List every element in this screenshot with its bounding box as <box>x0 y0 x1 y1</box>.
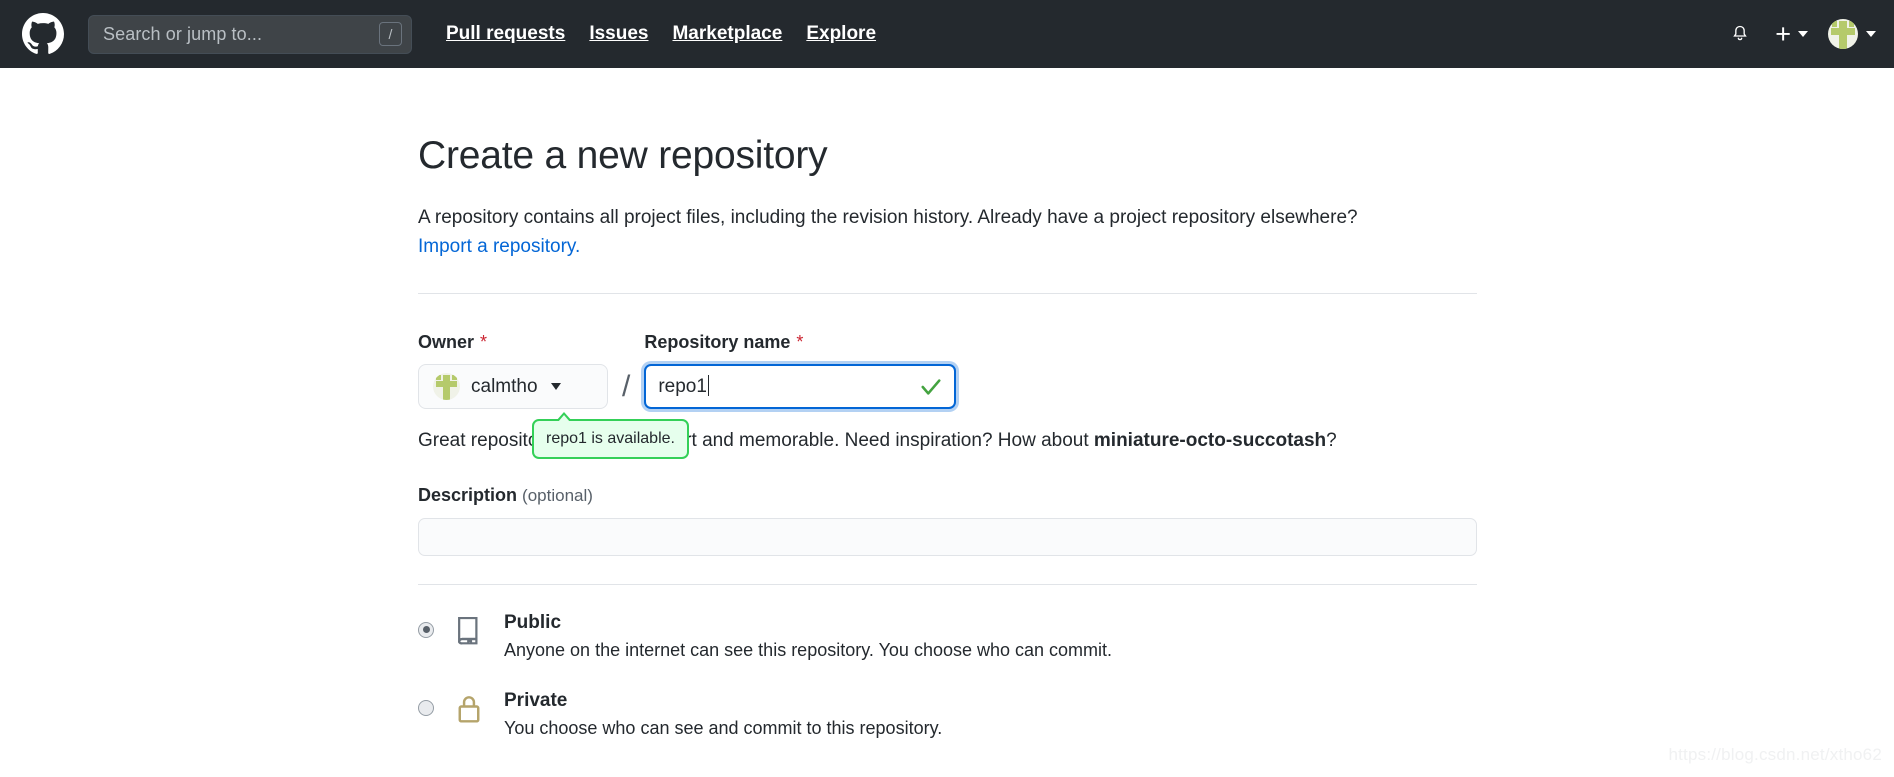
visibility-public-title: Public <box>504 611 562 633</box>
repository-name-value-wrap: repo1 <box>658 375 709 398</box>
owner-dropdown[interactable]: calmtho <box>418 364 608 410</box>
chevron-down-icon <box>550 383 561 391</box>
owner-label: Owner * <box>418 332 608 353</box>
check-icon <box>920 376 942 398</box>
visibility-private-description: You choose who can see and commit to thi… <box>504 717 943 738</box>
owner-selected-value: calmtho <box>471 375 538 397</box>
visibility-option-public[interactable]: Public Anyone on the internet can see th… <box>418 611 1477 661</box>
nav-link-explore[interactable]: Explore <box>794 23 888 45</box>
owner-avatar-icon <box>433 373 460 401</box>
github-mark-icon[interactable] <box>22 13 64 55</box>
visibility-options: Public Anyone on the internet can see th… <box>418 611 1477 739</box>
hint-text-part1: Great repository names are short and mem… <box>418 430 1094 452</box>
chevron-down-icon <box>1866 31 1876 37</box>
text-cursor <box>707 375 709 397</box>
availability-tooltip: repo1 is available. <box>532 411 689 460</box>
plus-icon: + <box>1775 18 1791 49</box>
description-field: Description (optional) <box>418 485 1477 556</box>
nav-link-issues[interactable]: Issues <box>577 23 660 45</box>
search-shortcut-badge: / <box>379 22 402 46</box>
description-label: Description (optional) <box>418 485 1477 506</box>
section-divider-2 <box>418 583 1477 585</box>
nav-link-marketplace[interactable]: Marketplace <box>660 23 794 45</box>
chevron-down-icon <box>1798 31 1808 37</box>
visibility-option-private[interactable]: Private You choose who can see and commi… <box>418 689 1477 739</box>
lock-icon <box>454 689 488 730</box>
hint-suggestion: miniature-octo-succotash <box>1093 430 1327 452</box>
radio-public[interactable] <box>418 621 434 638</box>
header-nav: Pull requests Issues Marketplace Explore <box>434 23 888 45</box>
bell-icon[interactable] <box>1723 17 1757 51</box>
search-input[interactable]: Search or jump to... / <box>88 14 412 54</box>
global-header: Search or jump to... / Pull requests Iss… <box>0 0 1894 68</box>
avatar <box>1828 19 1858 49</box>
import-repository-link[interactable]: Import a repository. <box>418 236 580 257</box>
owner-field: Owner * calmtho <box>418 332 608 410</box>
page-description-text: A repository contains all project files,… <box>418 207 1358 229</box>
main-content: Create a new repository A repository con… <box>418 68 1477 767</box>
required-indicator: * <box>796 332 804 353</box>
visibility-public-text: Public Anyone on the internet can see th… <box>504 611 1112 661</box>
owner-and-name-row: Owner * calmtho / Repository name * repo… <box>418 332 1477 410</box>
repository-name-hint: Great repository names are short and mem… <box>418 411 1477 460</box>
repo-book-icon <box>454 611 488 652</box>
repository-name-label-text: Repository name <box>644 332 791 353</box>
page-description: A repository contains all project files,… <box>418 204 1477 261</box>
required-indicator: * <box>480 332 488 353</box>
repository-name-value: repo1 <box>658 376 707 398</box>
owner-label-text: Owner <box>418 332 475 353</box>
owner-name-separator: / <box>622 370 631 404</box>
create-new-button[interactable]: + <box>1775 18 1808 49</box>
visibility-public-description: Anyone on the internet can see this repo… <box>504 639 1113 660</box>
description-optional-text: (optional) <box>522 485 593 505</box>
description-label-text: Description <box>418 484 518 505</box>
section-divider <box>418 293 1477 295</box>
header-actions: + <box>1723 0 1876 68</box>
profile-menu-button[interactable] <box>1828 19 1876 49</box>
radio-private[interactable] <box>418 699 434 716</box>
description-input[interactable] <box>418 517 1477 556</box>
hint-text-part2: ? <box>1326 430 1337 452</box>
watermark: https://blog.csdn.net/xtho62 <box>1668 745 1882 764</box>
visibility-private-text: Private You choose who can see and commi… <box>504 689 942 739</box>
repository-name-input[interactable]: repo1 <box>644 364 957 410</box>
repository-name-label: Repository name * <box>644 332 1477 353</box>
search-placeholder: Search or jump to... <box>103 23 263 44</box>
repository-name-field: Repository name * repo1 <box>644 332 1477 410</box>
page-title: Create a new repository <box>418 134 828 177</box>
nav-link-pull-requests[interactable]: Pull requests <box>434 23 577 45</box>
visibility-private-title: Private <box>504 689 568 711</box>
